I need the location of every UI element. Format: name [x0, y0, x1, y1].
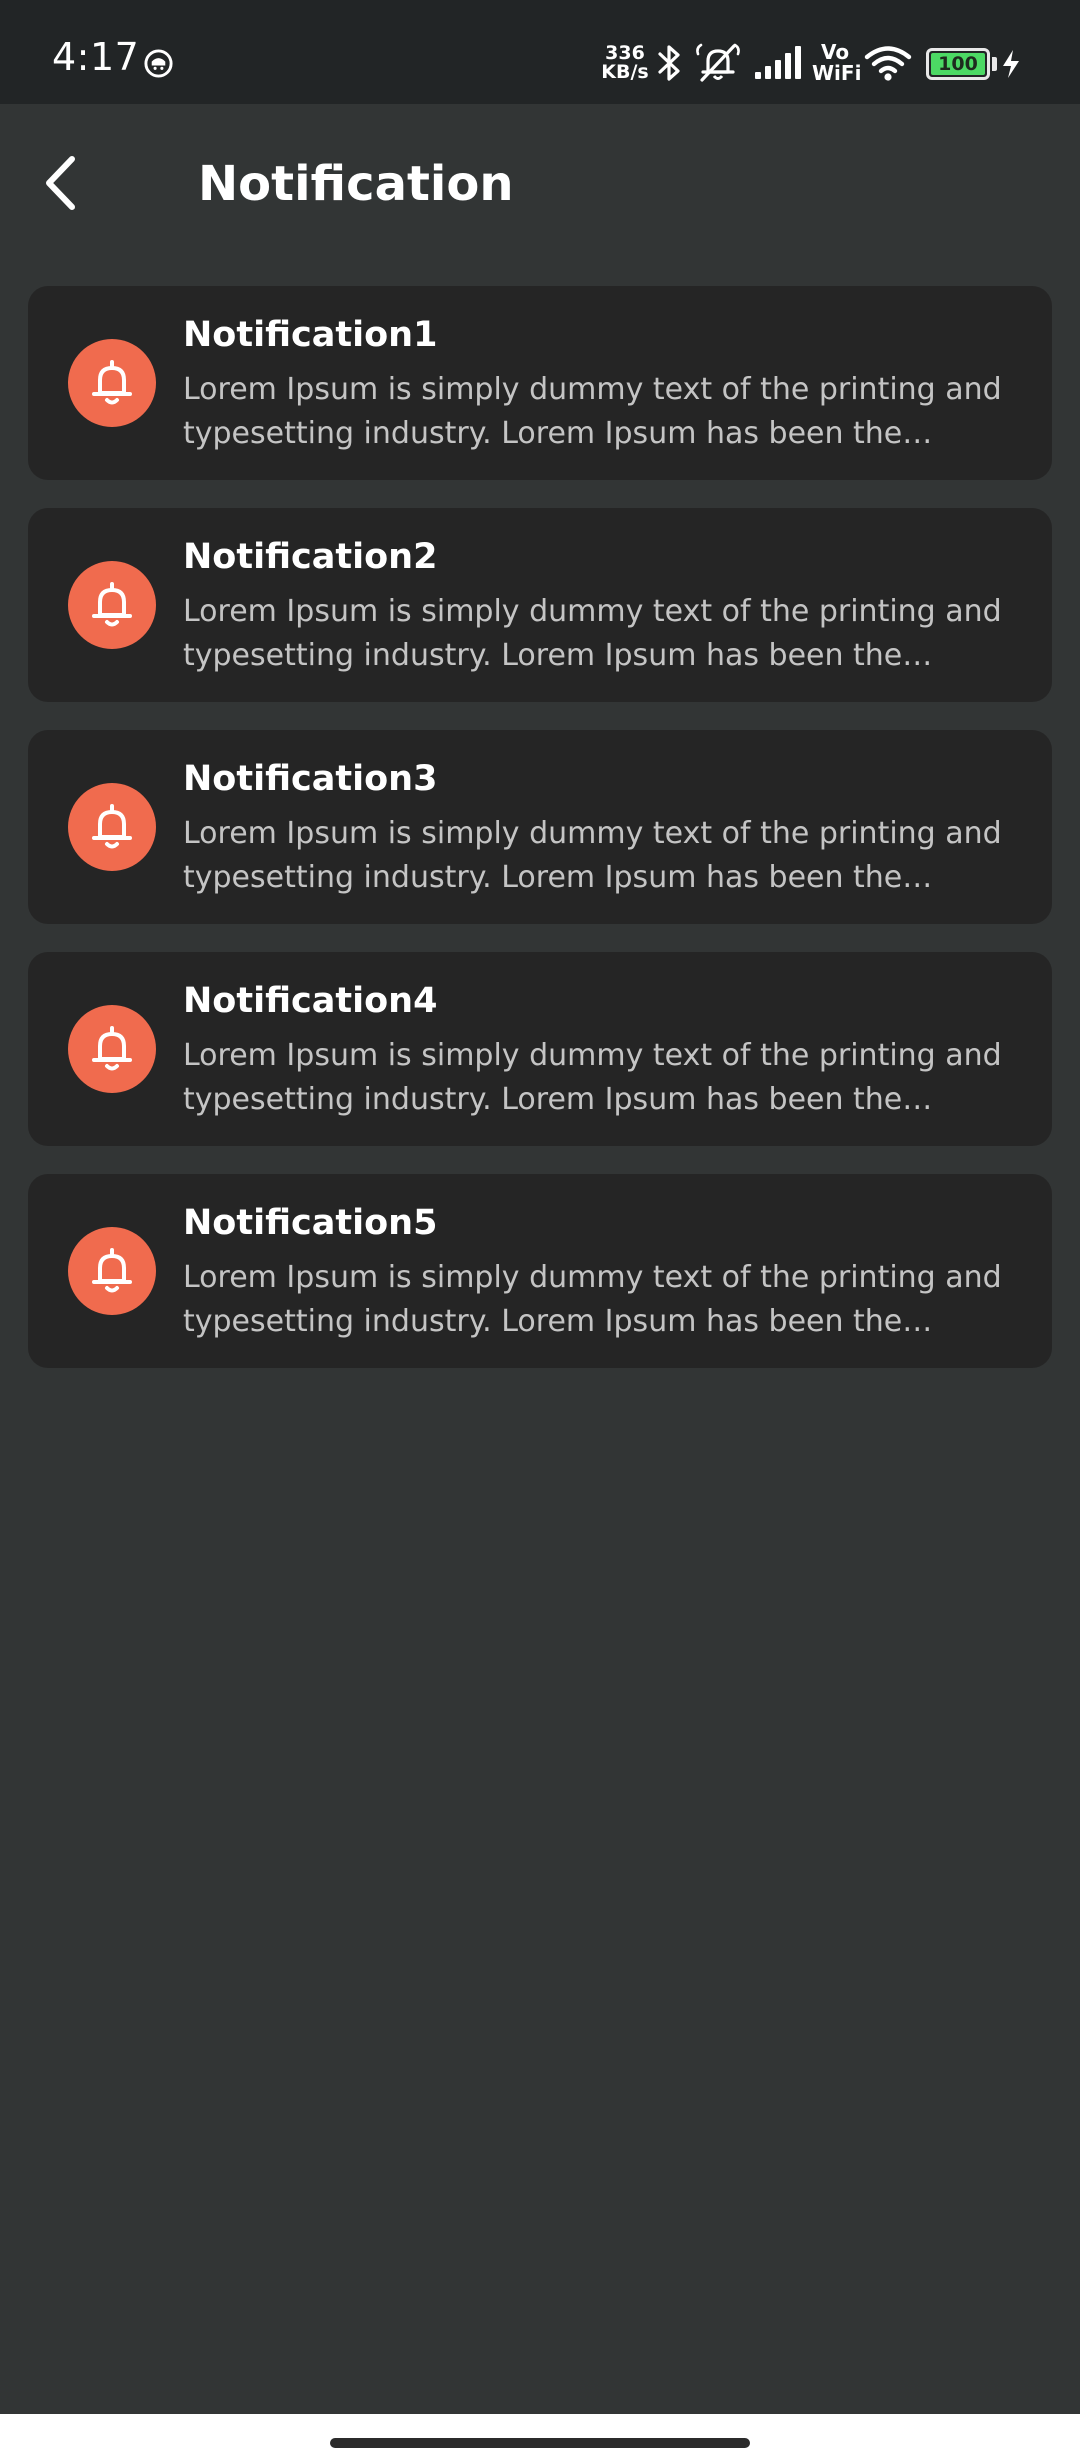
notification-body: Lorem Ipsum is simply dummy text of the …	[183, 1038, 1002, 1117]
notification-card-2[interactable]: Notification2 Lorem Ipsum is simply dumm…	[28, 508, 1052, 702]
charging-icon	[1003, 50, 1019, 78]
notification-body: Lorem Ipsum is simply dummy text of the …	[183, 1260, 1002, 1339]
chevron-left-icon	[46, 156, 75, 210]
notification-card-4[interactable]: Notification4 Lorem Ipsum is simply dumm…	[28, 952, 1052, 1146]
bell-icon	[92, 360, 132, 405]
ringer-off-icon	[696, 43, 740, 82]
navigation-bar	[0, 2414, 1080, 2460]
wifi-icon	[864, 46, 912, 81]
notification-icon-badge	[68, 783, 156, 871]
notification-title: Notification2	[183, 537, 438, 577]
bell-icon	[92, 804, 132, 849]
notification-icon-badge	[68, 561, 156, 649]
cellular-signal-icon	[755, 46, 801, 79]
bell-icon	[92, 582, 132, 627]
vowifi-top: Vo	[820, 40, 850, 64]
notification-list: Notification1 Lorem Ipsum is simply dumm…	[28, 286, 1052, 1368]
notification-title: Notification5	[183, 1203, 438, 1243]
notification-body: Lorem Ipsum is simply dummy text of the …	[183, 594, 1002, 673]
notification-title: Notification1	[183, 315, 438, 355]
back-button[interactable]	[26, 148, 96, 218]
notification-card-3[interactable]: Notification3 Lorem Ipsum is simply dumm…	[28, 730, 1052, 924]
battery-terminal	[992, 57, 997, 71]
vowifi-bottom: WiFi	[812, 61, 862, 85]
notification-body: Lorem Ipsum is simply dummy text of the …	[183, 372, 1002, 451]
bell-icon	[92, 1026, 132, 1071]
notification-card-1[interactable]: Notification1 Lorem Ipsum is simply dumm…	[28, 286, 1052, 480]
bell-icon	[92, 1248, 132, 1293]
notification-screen: 4:17 336 KB/s Vo WiFi 100 Notification N…	[0, 0, 1080, 2460]
battery-level: 100	[931, 53, 985, 75]
page-title: Notification	[198, 156, 514, 212]
bluetooth-icon	[658, 45, 680, 81]
vowifi-indicator: Vo WiFi	[812, 40, 862, 85]
status-time: 4:17	[52, 35, 140, 79]
app-notification-icon	[144, 49, 173, 78]
notification-card-5[interactable]: Notification5 Lorem Ipsum is simply dumm…	[28, 1174, 1052, 1368]
notification-title: Notification4	[183, 981, 438, 1021]
battery-icon: 100	[926, 48, 990, 80]
app-header: Notification	[0, 104, 1080, 260]
notification-title: Notification3	[183, 759, 438, 799]
notification-icon-badge	[68, 1227, 156, 1315]
network-speed: 336 KB/s	[600, 44, 650, 82]
network-speed-unit: KB/s	[601, 61, 649, 83]
home-indicator[interactable]	[330, 2438, 750, 2448]
notification-icon-badge	[68, 339, 156, 427]
notification-body: Lorem Ipsum is simply dummy text of the …	[183, 816, 1002, 895]
notification-icon-badge	[68, 1005, 156, 1093]
status-bar: 4:17 336 KB/s Vo WiFi 100	[0, 0, 1080, 104]
